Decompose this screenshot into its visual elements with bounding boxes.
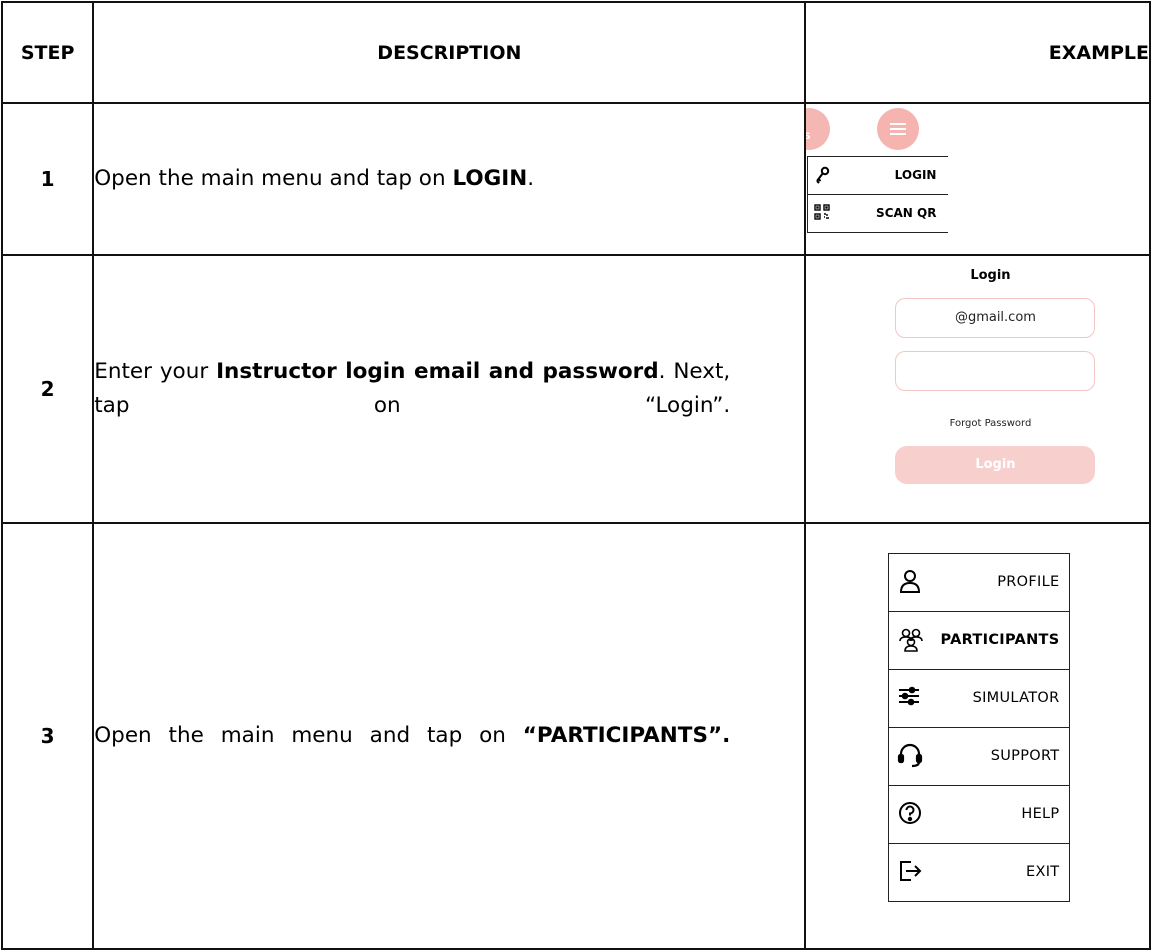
menu-item-label: EXIT	[1026, 864, 1060, 880]
main-menu: PROFILE PARTICIPANTS SIMULATOR SUPPORT H…	[888, 553, 1071, 902]
table-row: 1 Open the main menu and tap on LOGIN. S…	[0, 102, 1151, 256]
header-example: EXAMPLE	[804, 1, 1151, 104]
description-text: .	[527, 166, 535, 191]
menu-item-label: PARTICIPANTS	[940, 632, 1060, 648]
description-bold: LOGIN	[452, 166, 528, 191]
description-text: Enter your	[94, 359, 217, 384]
step-number: 3	[0, 522, 95, 950]
step-example: Login @gmail.com Forgot Password Login	[804, 254, 1151, 524]
key-icon	[814, 166, 830, 188]
password-field[interactable]	[895, 351, 1096, 391]
menu-item-label: SIMULATOR	[972, 690, 1060, 706]
step-description: Open the main menu and tap on “PARTICIPA…	[92, 522, 807, 950]
header-row: STEP DESCRIPTION EXAMPLE	[0, 1, 1151, 104]
step-example: S S LOGIN	[804, 102, 1151, 256]
menu-item-scan-qr[interactable]: SCAN QR	[808, 195, 949, 233]
menu-item-support[interactable]: SUPPORT	[889, 728, 1070, 786]
exit-icon	[897, 858, 923, 884]
step-description: Open the main menu and tap on LOGIN.	[92, 102, 807, 256]
menu-item-participants[interactable]: PARTICIPANTS	[889, 612, 1070, 670]
logo-icon[interactable]: S S	[807, 108, 831, 150]
group-icon	[897, 626, 924, 652]
menu-item-label: SCAN QR	[876, 206, 937, 220]
hamburger-menu-icon[interactable]	[877, 108, 920, 150]
headset-icon	[897, 742, 923, 768]
description-text: Open the main menu and tap on	[94, 166, 453, 191]
menu-item-help[interactable]: HELP	[889, 786, 1070, 844]
table-row: 3 Open the main menu and tap on “PARTICI…	[0, 522, 1151, 950]
step-example: PROFILE PARTICIPANTS SIMULATOR SUPPORT H…	[804, 522, 1151, 950]
user-icon	[897, 568, 923, 594]
email-field[interactable]: @gmail.com	[895, 298, 1096, 338]
table-row: 2 Enter your Instructor login email and …	[0, 254, 1151, 524]
menu-item-label: SUPPORT	[990, 748, 1060, 764]
main-menu: LOGIN SCAN QR	[807, 156, 949, 233]
login-button[interactable]: Login	[895, 446, 1096, 484]
menu-item-profile[interactable]: PROFILE	[889, 554, 1070, 612]
step-number: 1	[0, 102, 95, 256]
forgot-password-link[interactable]: Forgot Password	[807, 418, 1148, 429]
header-step: STEP	[0, 1, 95, 104]
description-text: Open the main menu and tap on	[94, 723, 523, 748]
menu-item-label: LOGIN	[894, 168, 937, 182]
question-icon	[897, 800, 923, 826]
qr-code-icon	[814, 204, 831, 224]
header-description: DESCRIPTION	[92, 1, 807, 104]
menu-item-login[interactable]: LOGIN	[808, 157, 949, 195]
menu-item-exit[interactable]: EXIT	[889, 844, 1069, 901]
sliders-icon	[897, 684, 923, 710]
menu-item-simulator[interactable]: SIMULATOR	[889, 670, 1070, 728]
step-number: 2	[0, 254, 95, 524]
login-title: Login	[970, 268, 1011, 283]
menu-item-label: PROFILE	[997, 574, 1060, 590]
step-description: Enter your Instructor login email and pa…	[92, 254, 807, 524]
description-bold: Instructor login email and password	[216, 359, 659, 384]
instructions-table: STEP DESCRIPTION EXAMPLE 1 Open the main…	[0, 1, 1151, 950]
description-bold: “PARTICIPANTS”.	[522, 723, 731, 748]
menu-item-label: HELP	[1021, 806, 1060, 822]
